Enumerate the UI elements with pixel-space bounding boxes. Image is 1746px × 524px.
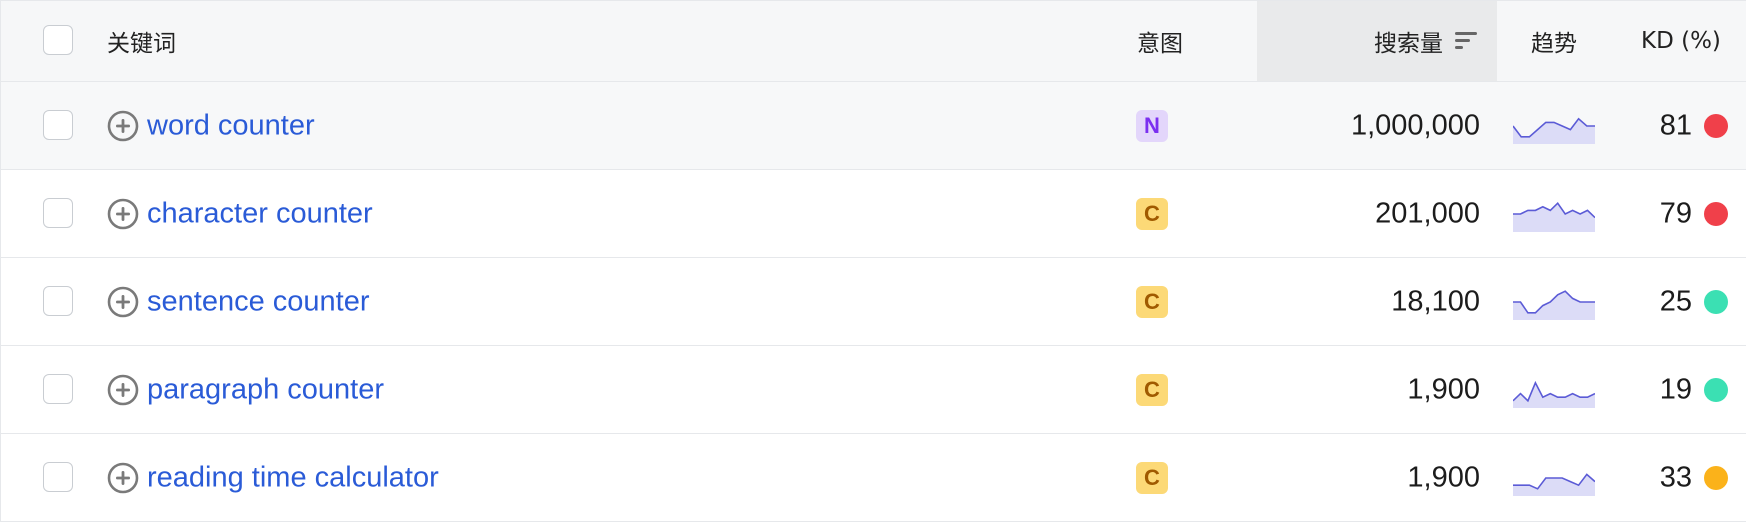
table-row: character counter C 201,000 79	[0, 170, 1746, 258]
trend-sparkline	[1513, 289, 1595, 320]
kd-value: 81	[1659, 109, 1692, 141]
table-row: paragraph counter C 1,900 19	[0, 346, 1746, 434]
row-checkbox[interactable]	[43, 285, 73, 316]
add-keyword-icon[interactable]	[107, 286, 139, 318]
keyword-column-header[interactable]: 关键词	[107, 24, 176, 58]
kd-value: 19	[1659, 373, 1692, 405]
search-volume: 1,900	[1407, 461, 1480, 493]
kd-difficulty-dot	[1704, 201, 1728, 226]
search-volume: 1,000,000	[1350, 109, 1480, 141]
intent-badge: C	[1136, 461, 1168, 494]
row-checkbox[interactable]	[43, 197, 73, 228]
trend-column-header[interactable]: 趋势	[1531, 24, 1577, 58]
trend-sparkline	[1513, 117, 1595, 144]
kd-difficulty-dot	[1704, 113, 1728, 138]
add-keyword-icon[interactable]	[107, 110, 139, 142]
search-volume: 201,000	[1375, 197, 1480, 229]
search-volume: 1,900	[1407, 373, 1480, 405]
volume-column-header[interactable]: 搜索量	[1257, 1, 1497, 81]
kd-value: 25	[1659, 285, 1692, 317]
keyword-link[interactable]: reading time calculator	[147, 461, 439, 494]
keyword-link[interactable]: word counter	[147, 109, 315, 142]
table-row: reading time calculator C 1,900 33	[0, 434, 1746, 522]
trend-sparkline	[1513, 380, 1595, 408]
intent-badge: C	[1136, 285, 1168, 318]
row-checkbox[interactable]	[43, 109, 73, 140]
keyword-table: 关键词 意图 搜索量 趋势 KD (%) word counter N 1,00…	[0, 0, 1746, 522]
keyword-link[interactable]: character counter	[147, 197, 373, 230]
keyword-link[interactable]: sentence counter	[147, 285, 369, 318]
keyword-link[interactable]: paragraph counter	[147, 373, 384, 406]
kd-difficulty-dot	[1704, 289, 1728, 314]
kd-difficulty-dot	[1704, 465, 1728, 490]
table-row: sentence counter C 18,100 25	[0, 258, 1746, 346]
add-keyword-icon[interactable]	[107, 198, 139, 230]
volume-header-label: 搜索量	[1374, 31, 1443, 57]
trend-sparkline	[1513, 201, 1595, 232]
kd-column-header[interactable]: KD (%)	[1641, 28, 1721, 54]
intent-badge: N	[1136, 109, 1168, 142]
add-keyword-icon[interactable]	[107, 374, 139, 406]
select-all-checkbox[interactable]	[43, 25, 73, 55]
row-checkbox[interactable]	[43, 461, 73, 492]
kd-value: 33	[1659, 461, 1692, 493]
search-volume: 18,100	[1391, 285, 1480, 317]
intent-badge: C	[1136, 197, 1168, 230]
add-keyword-icon[interactable]	[107, 462, 139, 494]
kd-value: 79	[1659, 197, 1692, 229]
intent-column-header[interactable]: 意图	[1137, 24, 1183, 58]
trend-sparkline	[1513, 472, 1595, 496]
row-checkbox[interactable]	[43, 373, 73, 404]
intent-badge: C	[1136, 373, 1168, 406]
table-header: 关键词 意图 搜索量 趋势 KD (%)	[0, 0, 1746, 82]
table-row: word counter N 1,000,000 81	[0, 82, 1746, 170]
sort-icon	[1455, 32, 1477, 49]
kd-difficulty-dot	[1704, 377, 1728, 402]
